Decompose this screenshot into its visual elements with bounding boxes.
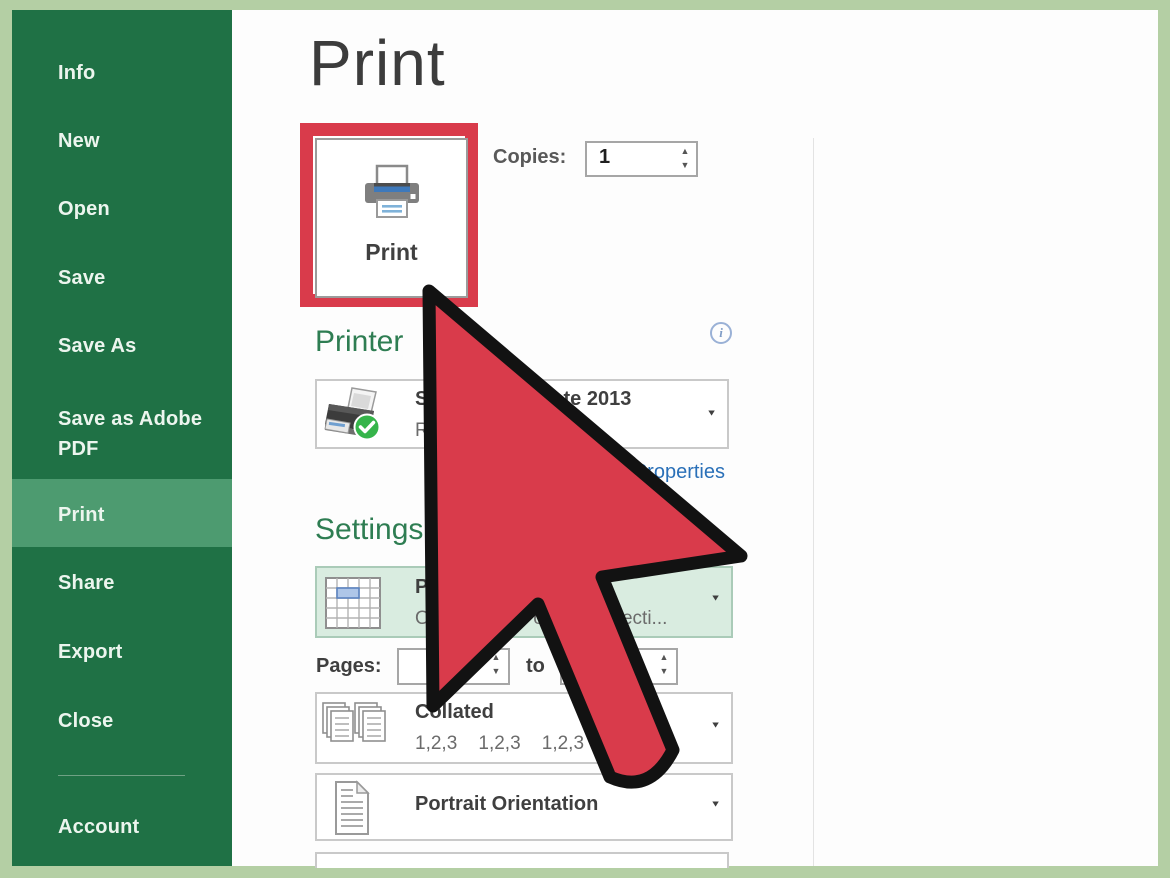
printer-heading: Printer (315, 325, 404, 358)
pages-to-spinner-up-icon[interactable]: ▲ (656, 652, 672, 663)
settings-heading: Settings (315, 513, 424, 546)
copies-input[interactable] (597, 145, 661, 170)
print-what-title: Print Selection (415, 576, 556, 598)
orientation-caret-down-icon[interactable]: ▼ (710, 799, 721, 809)
collated-pages-icon (322, 702, 386, 742)
sidebar-item-new[interactable]: New (58, 130, 100, 153)
sidebar-item-open[interactable]: Open (58, 198, 110, 221)
print-button[interactable]: Print (315, 138, 468, 298)
spreadsheet-icon (325, 577, 381, 629)
pages-label: Pages: (316, 655, 382, 677)
orientation-dropdown[interactable]: Portrait Orientation ▼ (315, 773, 733, 841)
print-what-dropdown[interactable]: Print Selection Only print the current s… (315, 566, 733, 638)
pages-to-input[interactable] (568, 652, 630, 676)
orientation-title: Portrait Orientation (415, 793, 599, 815)
pages-to-stepper[interactable]: ▲ ▼ (560, 648, 678, 685)
sidebar-divider (58, 775, 185, 776)
sidebar-active-highlight (12, 479, 232, 547)
copies-spinner-up-icon[interactable]: ▲ (677, 146, 693, 157)
print-what-caret-down-icon[interactable]: ▼ (710, 593, 721, 603)
sidebar-item-print[interactable]: Print (58, 504, 105, 527)
pages-to-spinner-down-icon[interactable]: ▼ (656, 666, 672, 677)
collation-title: Collated (415, 701, 494, 723)
printer-dropdown[interactable]: Send To OneNote 2013 Ready ▼ (315, 379, 729, 449)
printer-device-icon (324, 387, 381, 441)
copies-spinner-down-icon[interactable]: ▼ (677, 160, 693, 171)
sidebar-item-info[interactable]: Info (58, 62, 95, 85)
pages-from-spinner-up-icon[interactable]: ▲ (488, 652, 504, 663)
sidebar-item-save-as[interactable]: Save As (58, 335, 137, 358)
printer-name: Send To OneNote 2013 (415, 388, 632, 410)
info-icon[interactable]: i (710, 322, 732, 344)
excel-print-backstage: Info New Open Save Save As Save as Adobe… (0, 0, 1170, 878)
pages-to-label: to (526, 655, 545, 677)
sidebar-item-close[interactable]: Close (58, 710, 113, 733)
portrait-page-icon (335, 780, 370, 835)
sidebar-item-account[interactable]: Account (58, 816, 139, 839)
pages-from-stepper[interactable]: ▲ ▼ (397, 648, 510, 685)
sidebar-item-share[interactable]: Share (58, 572, 115, 595)
printer-status: Ready (415, 420, 470, 441)
sidebar-item-save[interactable]: Save (58, 267, 106, 290)
copies-stepper[interactable]: ▲ ▼ (585, 141, 698, 177)
collation-dropdown[interactable]: Collated 1,2,3 1,2,3 1,2,3 ▼ (315, 692, 733, 764)
sidebar-item-export[interactable]: Export (58, 641, 123, 664)
print-button-label: Print (365, 239, 418, 265)
page-title: Print (309, 27, 446, 99)
collation-caret-down-icon[interactable]: ▼ (710, 720, 721, 730)
paper-size-dropdown-partial[interactable] (315, 852, 729, 868)
sidebar-item-save-as-adobe-pdf[interactable]: Save as Adobe PDF (58, 404, 210, 464)
copies-label: Copies: (493, 146, 567, 168)
preview-divider (813, 138, 814, 866)
printer-icon (364, 164, 419, 218)
pages-from-spinner-down-icon[interactable]: ▼ (488, 666, 504, 677)
printer-caret-down-icon[interactable]: ▼ (706, 408, 717, 418)
print-what-description: Only print the current selecti... (415, 608, 668, 629)
collation-subtitle: 1,2,3 1,2,3 1,2,3 (415, 733, 585, 754)
pages-from-input[interactable] (405, 652, 467, 676)
printer-properties-link[interactable]: Printer Properties (540, 461, 725, 484)
backstage-sidebar: Info New Open Save Save As Save as Adobe… (12, 10, 232, 866)
